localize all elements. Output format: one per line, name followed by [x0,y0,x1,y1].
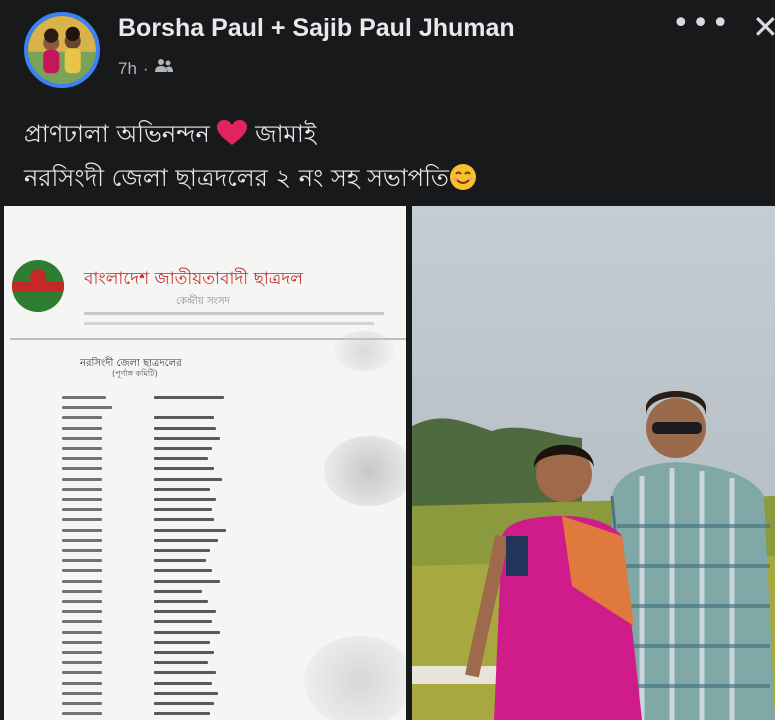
document-list-row [62,555,302,565]
post-meta: 7h · [118,58,173,79]
committee-document-image[interactable]: বাংলাদেশ জাতীয়তাবাদী ছাত্রদল কেন্দ্রীয়… [4,206,406,720]
document-list-row [62,678,302,688]
document-list-row [62,433,302,443]
document-list-row [62,535,302,545]
heart-icon [217,120,255,148]
party-logo-icon [12,260,64,312]
caption-text-1b: জামাই [255,120,317,148]
document-list-row [62,494,302,504]
post-media[interactable]: বাংলাদেশ জাতীয়তাবাদী ছাত্রদল কেন্দ্রীয়… [0,206,775,720]
smiling-face-icon [449,164,477,192]
post-caption: প্রাণঢালা অভিনন্দন জামাই নরসিংদী জেলা ছা… [24,112,477,200]
caption-text-1a: প্রাণঢালা অভিনন্দন [24,120,210,148]
document-list-row [62,504,302,514]
document-address-line [84,312,384,315]
document-list-row [62,688,302,698]
redaction-blur [324,436,406,506]
document-list-row [62,453,302,463]
document-list-row [62,586,302,596]
friends-icon[interactable] [154,58,173,79]
redaction-blur [334,331,394,371]
document-list-row [62,576,302,586]
document-list-row [62,514,302,524]
close-icon[interactable]: ✕ [752,8,775,46]
document-list-row [62,474,302,484]
author-name-secondary[interactable]: Sajib Paul Jhuman [292,14,514,42]
profile-avatar[interactable] [24,12,100,88]
document-contact-line [84,322,374,325]
document-list-row [62,606,302,616]
document-list-row [62,596,302,606]
document-list-row [62,402,302,412]
document-list-row [62,525,302,535]
document-org-title: বাংলাদেশ জাতীয়তাবাদী ছাত্রদল [84,269,303,289]
post-timestamp[interactable]: 7h [118,59,137,79]
post-authors: Borsha Paul + Sajib Paul Jhuman [118,14,515,43]
document-list-row [62,443,302,453]
redaction-blur [304,636,406,720]
document-list-row [62,412,302,422]
author-name-primary[interactable]: Borsha Paul [118,14,264,42]
post-header: Borsha Paul + Sajib Paul Jhuman 7h · •••… [0,0,775,100]
caption-line-2: নরসিংদী জেলা ছাত্রদলের ২ নং সহ সভাপতি [24,156,477,200]
document-list-row [62,463,302,473]
couple-photo-illustration [412,206,775,720]
document-list-row [62,657,302,667]
document-list-row [62,698,302,708]
facebook-post: Borsha Paul + Sajib Paul Jhuman 7h · •••… [0,0,775,720]
document-list-row [62,423,302,433]
document-list-row [62,616,302,626]
meta-separator: · [142,58,149,78]
document-list-subheading: (পূর্ণাঙ্গ কমিটি) [112,369,158,378]
caption-text-2: নরসিংদী জেলা ছাত্রদলের ২ নং সহ সভাপতি [24,164,449,192]
document-list-row [62,627,302,637]
avatar-photo [28,16,96,84]
document-list-row [62,545,302,555]
document-list-row [62,484,302,494]
caption-line-1: প্রাণঢালা অভিনন্দন জামাই [24,112,477,156]
couple-photo[interactable] [412,206,775,720]
document-org-subtitle: কেন্দ্রীয় সংসদ [176,296,230,307]
document-list-row [62,637,302,647]
document-list-row [62,565,302,575]
document-list-row [62,667,302,677]
document-list-row [62,708,302,718]
author-plus: + [270,14,286,42]
document-list-row [62,392,302,402]
more-options-button[interactable]: ••• [672,9,731,39]
document-list-row [62,647,302,657]
